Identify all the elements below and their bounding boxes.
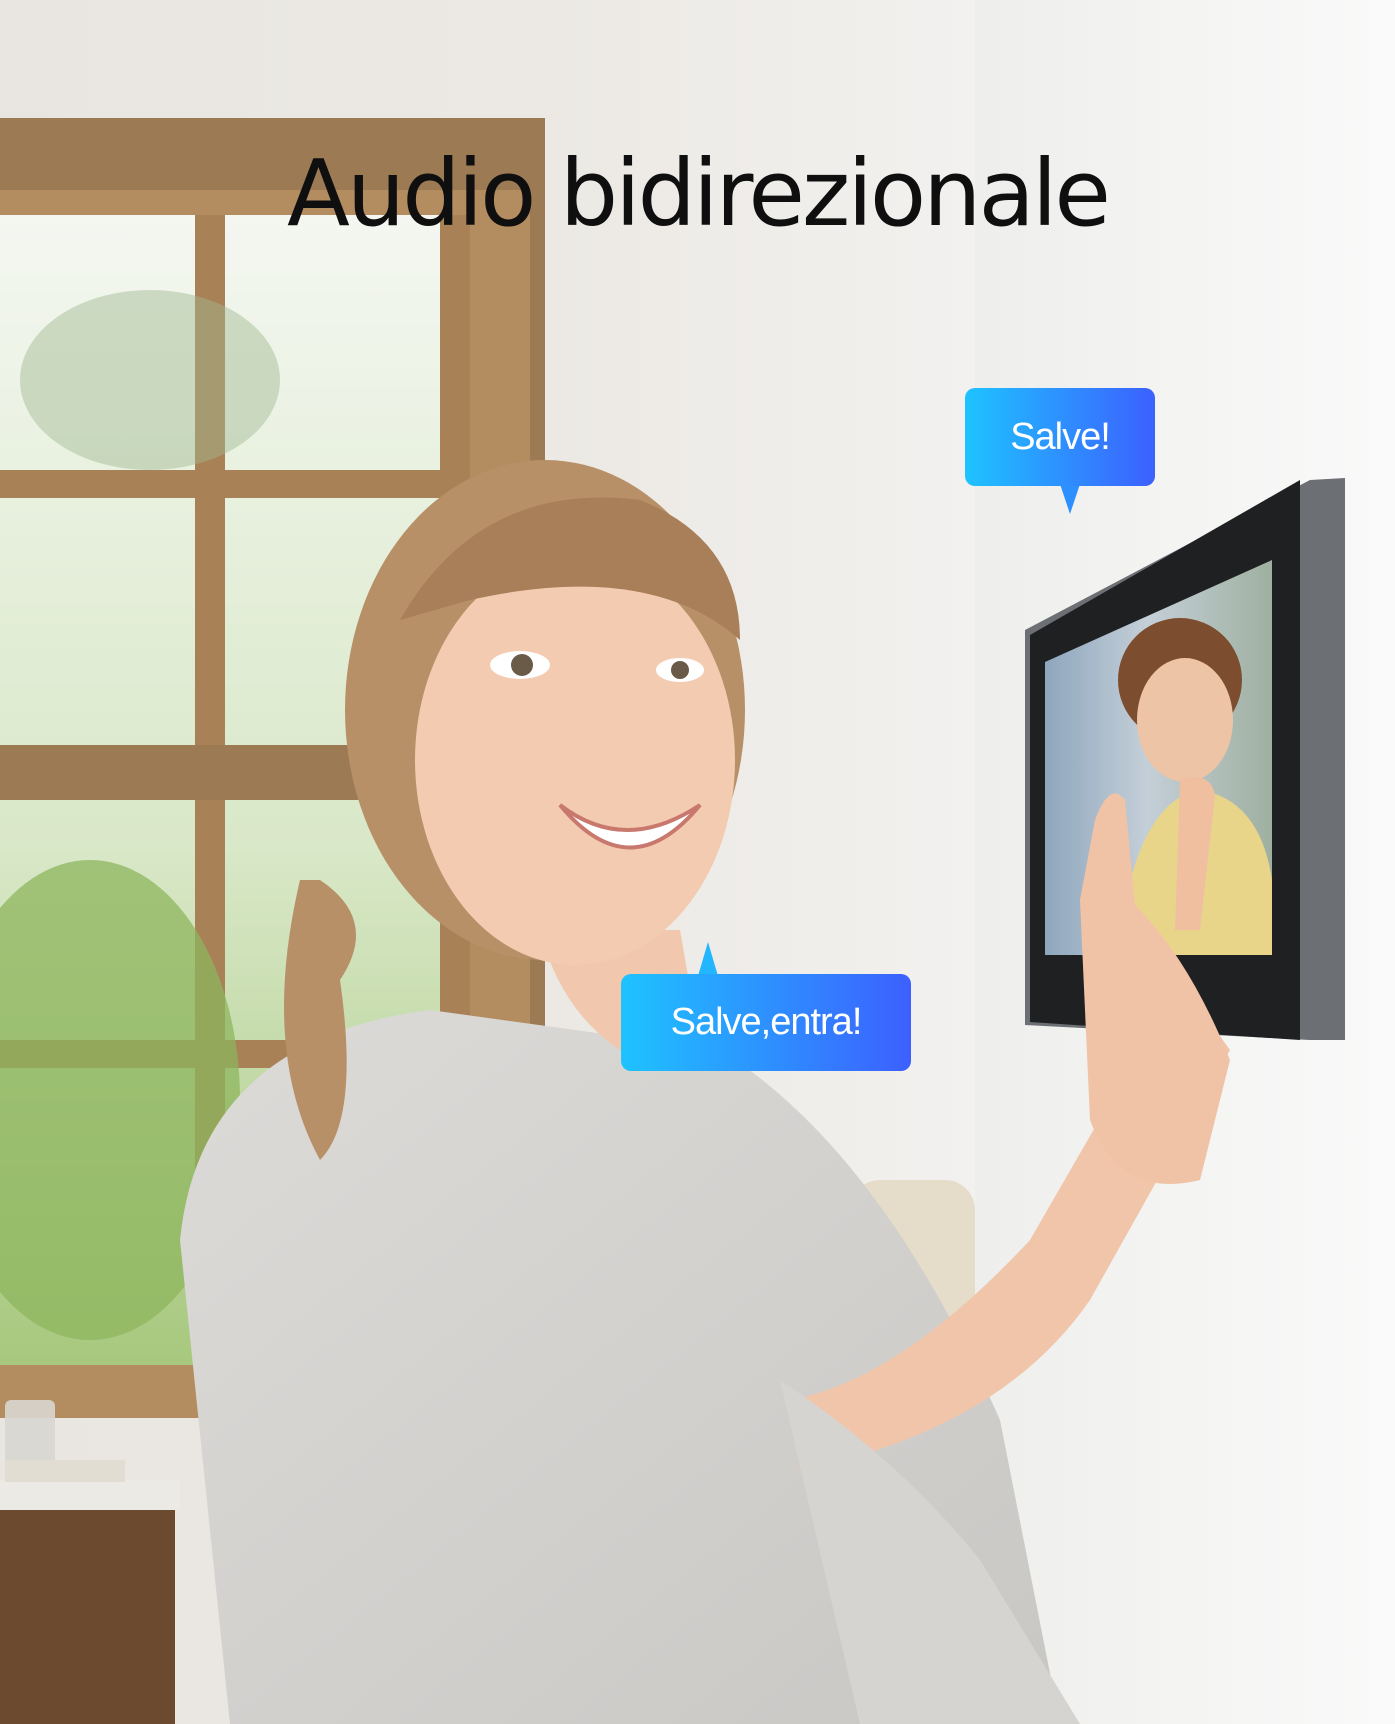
product-photo: Audio bidirezionale Salve! Salve,entra!	[0, 0, 1395, 1724]
speech-bubble-device: Salve!	[965, 388, 1155, 486]
headline: Audio bidirezionale	[286, 140, 1111, 247]
bubble-tail-user	[698, 942, 718, 976]
side-table	[0, 1400, 180, 1724]
speech-bubble-user: Salve,entra!	[621, 974, 911, 1071]
scene-illustration	[0, 0, 1395, 1724]
bubble-tail-device	[1060, 484, 1080, 514]
